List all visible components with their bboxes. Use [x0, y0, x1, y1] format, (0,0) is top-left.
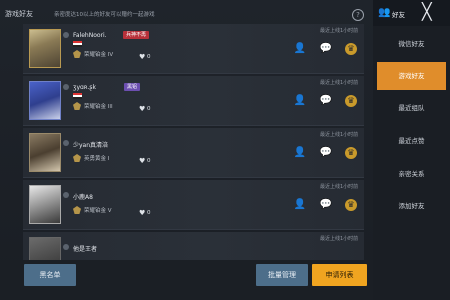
- friend-name: 少yan真清涪: [73, 142, 109, 149]
- help-icon[interactable]: ?: [352, 9, 364, 21]
- heart-icon[interactable]: ♥: [139, 105, 145, 113]
- chat-icon[interactable]: 💬: [319, 199, 333, 211]
- nav-recent-team[interactable]: 最近组队: [377, 94, 446, 122]
- friends-list-panel: 游戏好友 亲密度达10以上的好友可以赠约一起游戏 ? FalehNoori. 兵…: [0, 0, 373, 300]
- like-count: 0: [147, 210, 151, 216]
- like-count: 0: [147, 158, 151, 164]
- rank-icon: [73, 206, 81, 214]
- status-dot: [63, 84, 69, 90]
- avatar[interactable]: [29, 133, 61, 172]
- batch-manage-button[interactable]: 批量管理: [256, 264, 308, 286]
- status-dot: [63, 192, 69, 198]
- panel-title: 游戏好友: [5, 10, 33, 18]
- rank-label: 荣耀铂金 III: [84, 104, 113, 110]
- close-icon[interactable]: ╳: [422, 3, 432, 21]
- last-online: 最近上线1小时前: [320, 28, 359, 34]
- heart-icon[interactable]: ♥: [139, 53, 145, 61]
- nav-intimate-relations[interactable]: 亲密关系: [377, 160, 446, 188]
- request-list-button[interactable]: 申请列表: [312, 264, 367, 286]
- gift-icon[interactable]: ♛: [345, 43, 357, 55]
- avatar[interactable]: [29, 81, 61, 120]
- last-online: 最近上线1小时前: [320, 80, 359, 86]
- friend-row[interactable]: 小鹿A8 荣耀铂金 V ♥ 0 最近上线1小时前 👤 💬 ♛: [23, 180, 364, 230]
- status-dot: [63, 140, 69, 146]
- heart-icon[interactable]: ♥: [139, 209, 145, 217]
- friends-header: 👥 好友 ╳: [373, 0, 450, 26]
- rank-label: 荣耀铂金 IV: [84, 52, 114, 58]
- title-badge: 兵神不再: [123, 31, 150, 39]
- friend-name: 小鹿A8: [73, 194, 93, 201]
- last-online: 最近上线1小时前: [320, 132, 359, 138]
- rank-icon: [73, 154, 81, 162]
- flag-icon: [73, 93, 82, 99]
- friend-name: FalehNoori.: [73, 32, 107, 39]
- nav-add-friend[interactable]: 添加好友: [377, 192, 446, 220]
- friend-row[interactable]: 少yan真清涪 英勇黄金 I ♥ 0 最近上线1小时前 👤 💬 ♛: [23, 128, 364, 178]
- last-online: 最近上线1小时前: [320, 236, 359, 242]
- gift-icon[interactable]: ♛: [345, 95, 357, 107]
- avatar[interactable]: [29, 185, 61, 224]
- intimacy-tip: 亲密度达10以上的好友可以赠约一起游戏: [54, 12, 155, 18]
- friends-nav: 微信好友 游戏好友 最近组队 最近点赞 亲密关系 添加好友: [373, 26, 450, 300]
- like-count: 0: [147, 106, 151, 112]
- friend-list[interactable]: FalehNoori. 兵神不再 荣耀铂金 IV ♥ 0 最近上线1小时前 👤 …: [23, 24, 364, 260]
- nav-wechat-friends[interactable]: 微信好友: [377, 30, 446, 58]
- friends-icon: 👥: [378, 7, 391, 18]
- rank-icon: [73, 50, 81, 58]
- friends-title: 好友: [392, 11, 405, 19]
- rank-label: 荣耀铂金 V: [84, 208, 112, 214]
- friend-row[interactable]: 他是王者 最近上线1小时前: [23, 232, 364, 260]
- like-count: 0: [147, 54, 151, 60]
- nav-recent-likes[interactable]: 最近点赞: [377, 127, 446, 155]
- friend-row[interactable]: FalehNoori. 兵神不再 荣耀铂金 IV ♥ 0 最近上线1小时前 👤 …: [23, 24, 364, 74]
- avatar[interactable]: [29, 29, 61, 68]
- invite-person-icon[interactable]: 👤: [293, 95, 307, 107]
- gift-icon[interactable]: ♛: [345, 147, 357, 159]
- heart-icon[interactable]: ♥: [139, 157, 145, 165]
- invite-person-icon[interactable]: 👤: [293, 199, 307, 211]
- flag-icon: [73, 41, 82, 47]
- status-dot: [63, 32, 69, 38]
- panel-header: 游戏好友 亲密度达10以上的好友可以赠约一起游戏 ?: [0, 0, 373, 26]
- last-online: 最近上线1小时前: [320, 184, 359, 190]
- chat-icon[interactable]: 💬: [319, 147, 333, 159]
- status-dot: [63, 244, 69, 250]
- friend-name: ӡyɑʀ.ʂk: [73, 84, 96, 91]
- chat-icon[interactable]: 💬: [319, 43, 333, 55]
- blacklist-button[interactable]: 黑名单: [24, 264, 76, 286]
- avatar[interactable]: [29, 237, 61, 260]
- friend-name: 他是王者: [73, 246, 98, 253]
- rank-icon: [73, 102, 81, 110]
- rank-label: 英勇黄金 I: [84, 156, 110, 162]
- invite-person-icon[interactable]: 👤: [293, 43, 307, 55]
- title-badge: 黑铝: [124, 83, 141, 91]
- friend-row[interactable]: ӡyɑʀ.ʂk 黑铝 荣耀铂金 III ♥ 0 最近上线1小时前 👤 💬 ♛: [23, 76, 364, 126]
- gift-icon[interactable]: ♛: [345, 199, 357, 211]
- chat-icon[interactable]: 💬: [319, 95, 333, 107]
- invite-person-icon[interactable]: 👤: [293, 147, 307, 159]
- nav-game-friends[interactable]: 游戏好友: [377, 62, 446, 90]
